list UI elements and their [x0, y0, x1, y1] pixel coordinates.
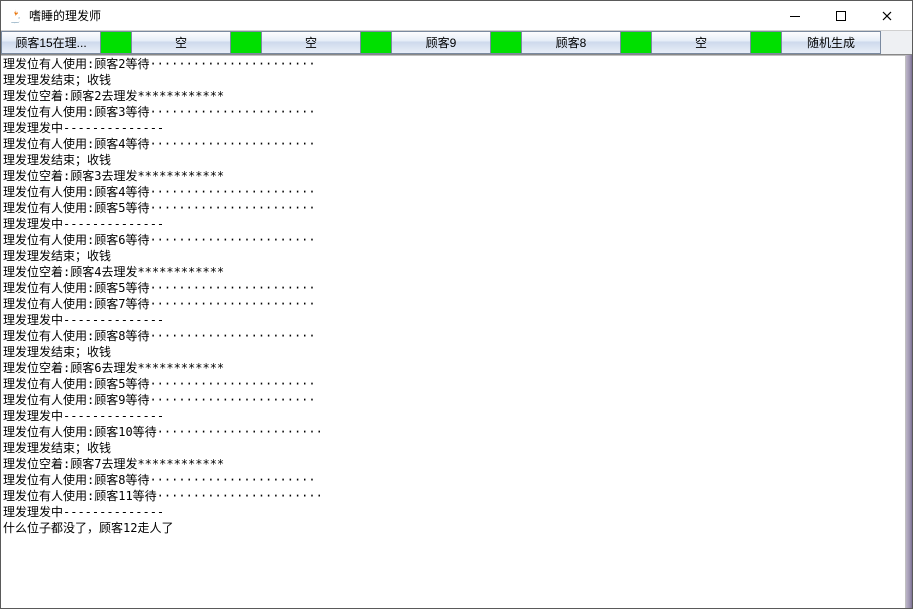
log-lines: 理发位有人使用:顾客2等待·······················理发理发… — [1, 56, 905, 536]
log-line: 理发位有人使用:顾客5等待······················· — [3, 200, 903, 216]
log-line: 理发位有人使用:顾客5等待······················· — [3, 280, 903, 296]
log-line: 理发理发结束；收钱 — [3, 344, 903, 360]
log-line: 理发理发中-------------- — [3, 216, 903, 232]
log-line: 理发理发中-------------- — [3, 120, 903, 136]
toolbar-slot-1[interactable]: 空 — [131, 31, 231, 54]
log-line: 理发理发结束；收钱 — [3, 248, 903, 264]
log-line: 理发位有人使用:顾客10等待······················· — [3, 424, 903, 440]
java-icon — [7, 8, 23, 24]
toolbar-slot-6[interactable]: 随机生成 — [781, 31, 881, 54]
toolbar-slot-2[interactable]: 空 — [261, 31, 361, 54]
maximize-button[interactable] — [818, 2, 864, 30]
toolbar-slot-5[interactable]: 空 — [651, 31, 751, 54]
log-line: 理发理发中-------------- — [3, 408, 903, 424]
window-buttons — [772, 2, 910, 30]
log-line: 什么位子都没了，顾客12走人了 — [3, 520, 903, 536]
log-line: 理发位有人使用:顾客8等待······················· — [3, 328, 903, 344]
toolbar-slot-0[interactable]: 顾客15在理... — [1, 31, 101, 54]
log-line: 理发理发中-------------- — [3, 504, 903, 520]
close-button[interactable] — [864, 2, 910, 30]
toolbar-slot-3[interactable]: 顾客9 — [391, 31, 491, 54]
log-line: 理发理发结束；收钱 — [3, 72, 903, 88]
log-line: 理发位有人使用:顾客4等待······················· — [3, 184, 903, 200]
toolbar-gap-1 — [231, 31, 261, 54]
log-line: 理发理发结束；收钱 — [3, 440, 903, 456]
content-area: 理发位有人使用:顾客2等待·······················理发理发… — [1, 55, 912, 608]
right-edge-decoration — [906, 55, 912, 608]
log-line: 理发位有人使用:顾客8等待······················· — [3, 472, 903, 488]
log-line: 理发位空着:顾客6去理发************ — [3, 360, 903, 376]
toolbar: 顾客15在理... 空 空 顾客9 顾客8 空 随机生成 — [1, 31, 912, 55]
log-line: 理发位有人使用:顾客5等待······················· — [3, 376, 903, 392]
log-line: 理发理发结束；收钱 — [3, 152, 903, 168]
log-line: 理发理发中-------------- — [3, 312, 903, 328]
log-line: 理发位空着:顾客4去理发************ — [3, 264, 903, 280]
log-line: 理发位有人使用:顾客6等待······················· — [3, 232, 903, 248]
window-title: 嗜睡的理发师 — [29, 7, 772, 24]
app-window: 嗜睡的理发师 顾客15在理... 空 空 顾客9 顾客8 空 随机生成 理发位有人使用:顾客… — [0, 0, 913, 609]
toolbar-gap-4 — [621, 31, 651, 54]
log-panel[interactable]: 理发位有人使用:顾客2等待·······················理发理发… — [1, 55, 906, 608]
log-line: 理发位有人使用:顾客4等待······················· — [3, 136, 903, 152]
toolbar-gap-5 — [751, 31, 781, 54]
minimize-button[interactable] — [772, 2, 818, 30]
toolbar-gap-3 — [491, 31, 521, 54]
toolbar-gap-2 — [361, 31, 391, 54]
log-line: 理发位有人使用:顾客11等待······················· — [3, 488, 903, 504]
log-line: 理发位空着:顾客2去理发************ — [3, 88, 903, 104]
log-line: 理发位空着:顾客3去理发************ — [3, 168, 903, 184]
log-line: 理发位有人使用:顾客7等待······················· — [3, 296, 903, 312]
log-line: 理发位有人使用:顾客2等待······················· — [3, 56, 903, 72]
toolbar-gap-0 — [101, 31, 131, 54]
toolbar-slot-4[interactable]: 顾客8 — [521, 31, 621, 54]
title-bar: 嗜睡的理发师 — [1, 1, 912, 31]
log-line: 理发位有人使用:顾客9等待······················· — [3, 392, 903, 408]
log-line: 理发位有人使用:顾客3等待······················· — [3, 104, 903, 120]
log-line: 理发位空着:顾客7去理发************ — [3, 456, 903, 472]
